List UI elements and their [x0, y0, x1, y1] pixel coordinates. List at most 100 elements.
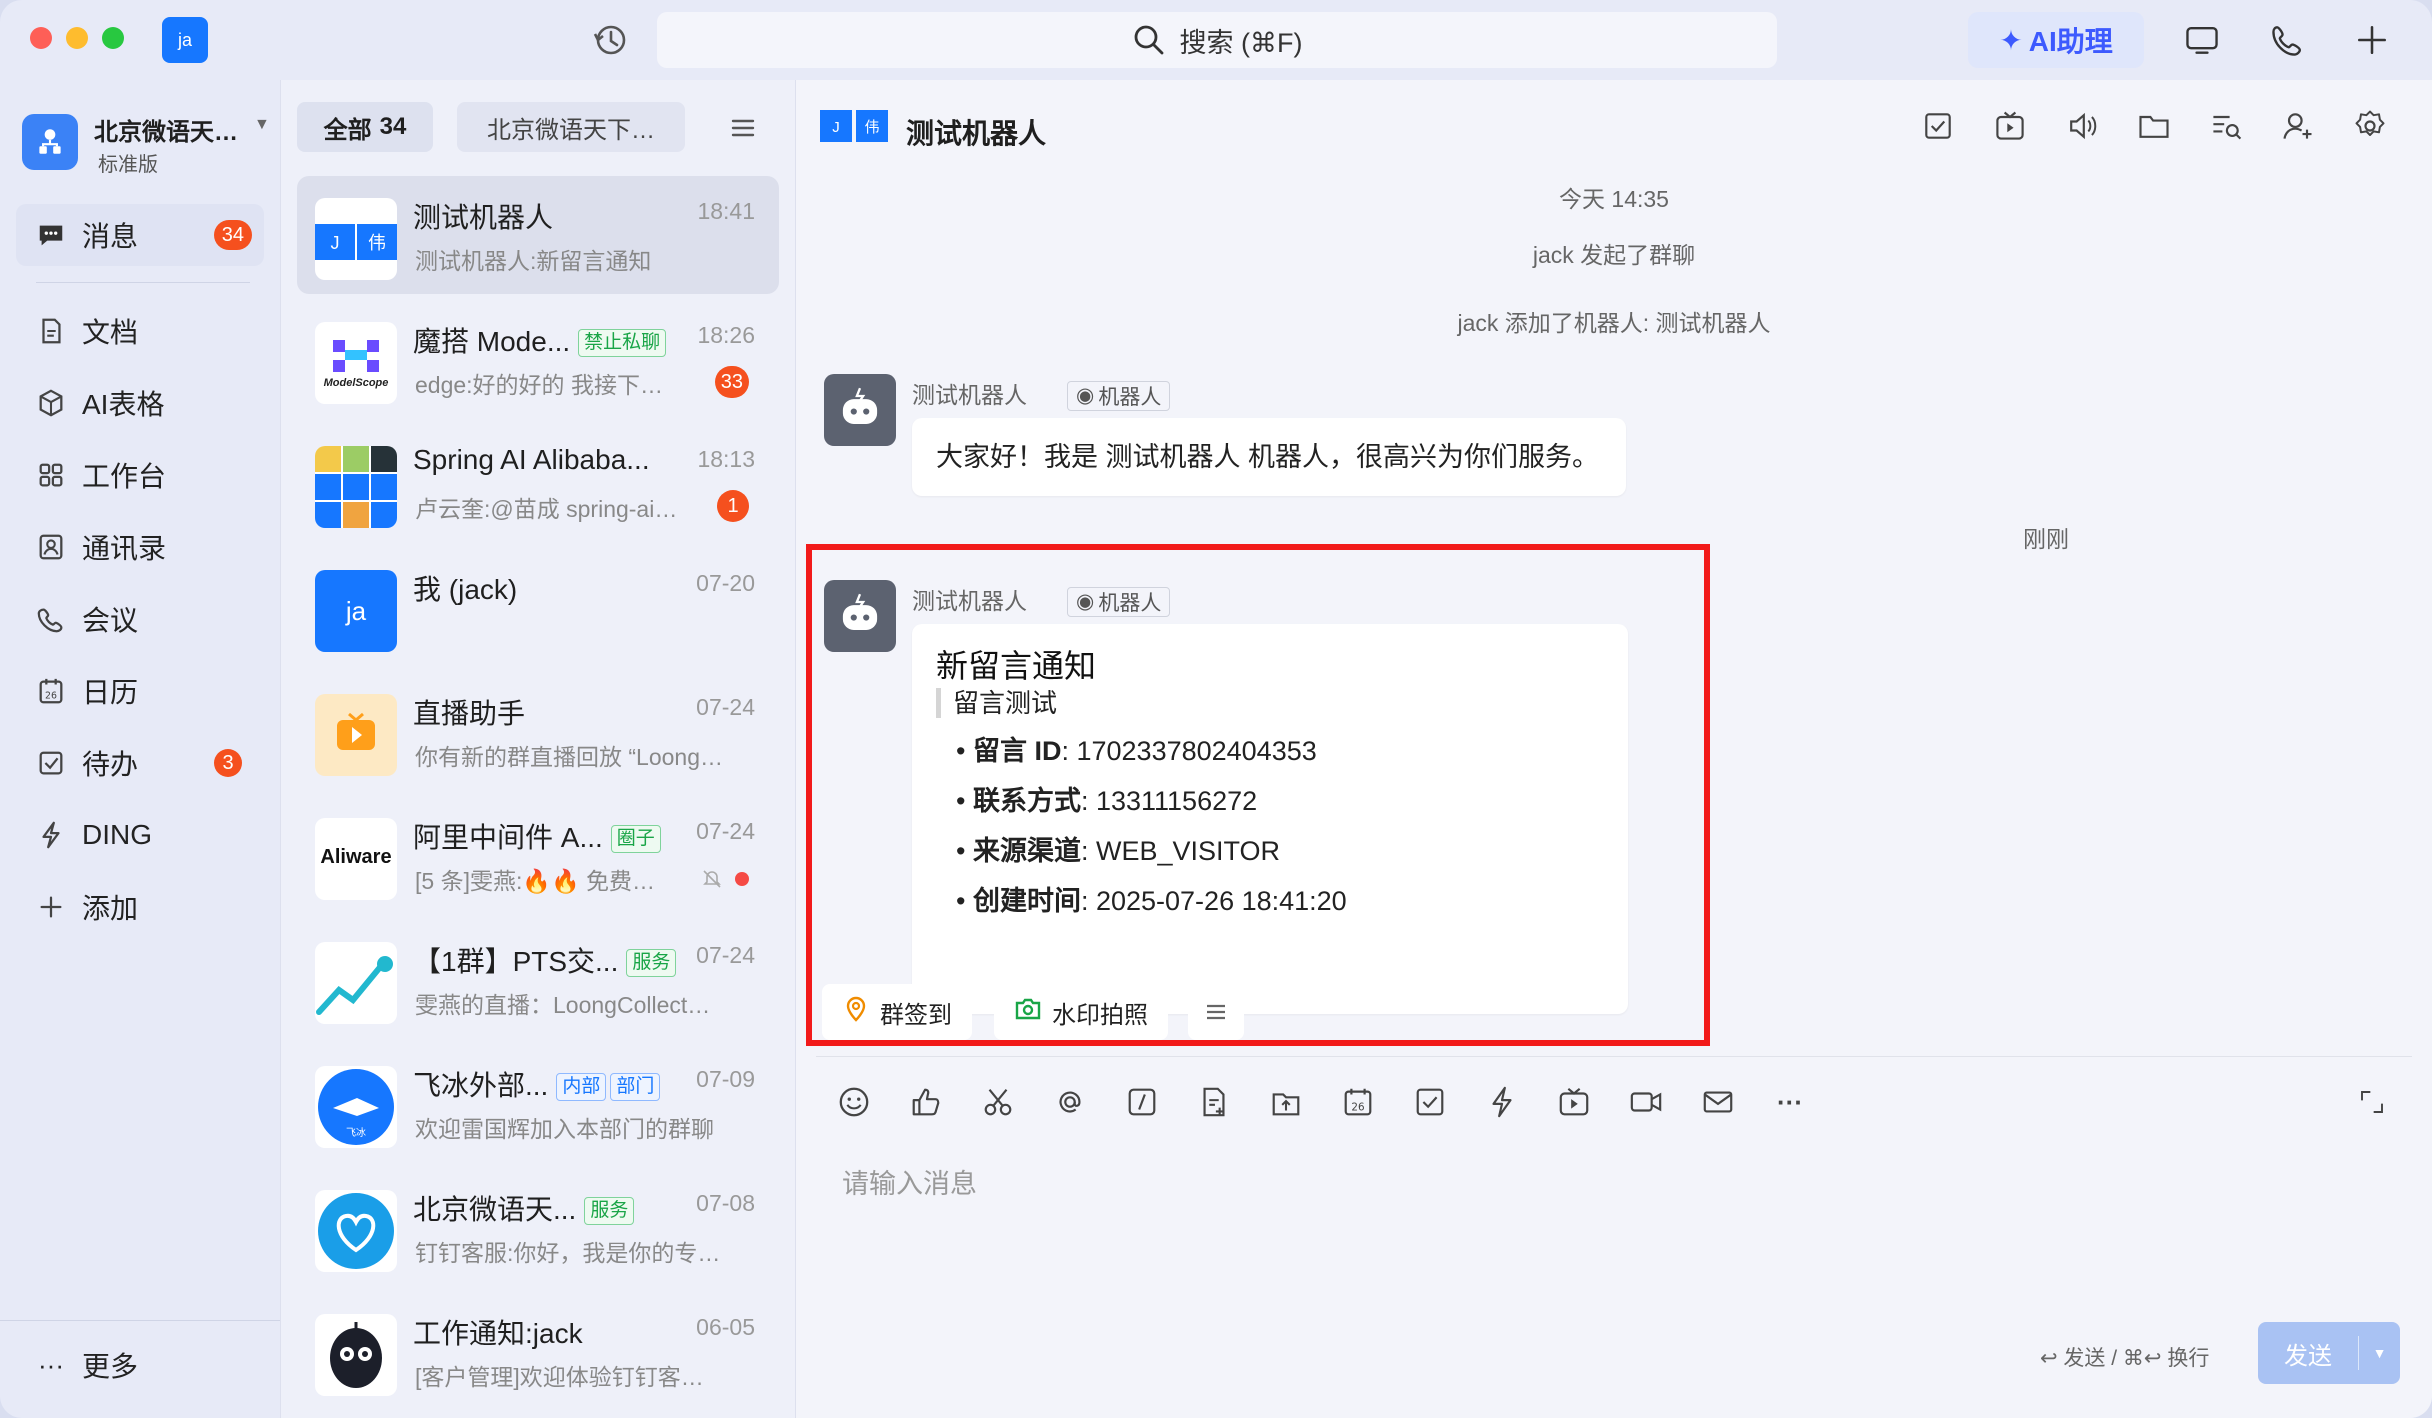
minimize-window-button[interactable]	[66, 27, 88, 49]
conversation-item[interactable]: Spring AI Alibaba... 18:13 卢云奎:@苗成 sprin…	[297, 424, 779, 542]
nav-item-calendar[interactable]: 26 日历	[16, 660, 264, 722]
feibing-avatar: 飞冰	[315, 1066, 397, 1148]
ai-assistant-button[interactable]: ✦ AI助理	[1968, 12, 2144, 68]
svg-text:26: 26	[1351, 1102, 1364, 1114]
mail-icon[interactable]	[1696, 1080, 1740, 1124]
conversation-item[interactable]: ja 我 (jack) 07-20	[297, 548, 779, 666]
chat-avatar[interactable]: J伟	[820, 100, 890, 154]
ding-icon	[34, 818, 68, 852]
nav-item-meeting[interactable]: 会议	[16, 588, 264, 650]
close-window-button[interactable]	[30, 27, 52, 49]
chevron-down-icon[interactable]: ▼	[2359, 1345, 2400, 1361]
send-button[interactable]: 发送 ▼	[2258, 1322, 2400, 1384]
speaker-icon[interactable]	[2064, 108, 2104, 148]
ai-table-icon	[34, 386, 68, 420]
task-icon[interactable]	[1408, 1080, 1452, 1124]
nav-label: 日历	[82, 677, 139, 708]
emoji-icon[interactable]	[832, 1080, 876, 1124]
folder-icon[interactable]	[2136, 108, 2176, 148]
conversation-item[interactable]: 工作通知:jack 06-05 [客户管理]欢迎体验钉钉客…	[297, 1292, 779, 1410]
slash-command-icon[interactable]	[1120, 1080, 1164, 1124]
conversation-name: 测试机器人	[413, 202, 554, 233]
todo-icon[interactable]	[1920, 108, 1960, 148]
doc-add-icon[interactable]	[1192, 1080, 1236, 1124]
live-icon[interactable]	[1552, 1080, 1596, 1124]
robot-icon: ◉	[1076, 384, 1095, 407]
plus-icon[interactable]	[2350, 18, 2394, 62]
history-icon[interactable]	[590, 20, 630, 60]
conversation-item[interactable]: J伟 测试机器人 18:41 测试机器人:新留言通知	[297, 176, 779, 294]
conversation-item[interactable]: ModelScope 魔搭 Mode... 禁止私聊 18:26 edge:好的好…	[297, 300, 779, 418]
live-icon[interactable]	[1992, 108, 2032, 148]
send-hint: ↩ 发送 / ⌘↩ 换行	[2040, 1347, 2210, 1370]
conversation-item[interactable]: Aliware 阿里中间件 A... 圈子 07-24 [5 条]雯燕:🔥🔥 免费…	[297, 796, 779, 914]
thumbs-up-icon[interactable]	[904, 1080, 948, 1124]
screen-share-icon[interactable]	[2180, 18, 2224, 62]
group-checkin-button[interactable]: 群签到	[822, 984, 972, 1040]
conversation-time: 18:26	[697, 322, 755, 348]
conversation-item[interactable]: 飞冰 飞冰外部... 内部 部门 07-09 欢迎雷国辉加入本部门的群聊	[297, 1044, 779, 1162]
conversation-preview: 你有新的群直播回放 “Loong…	[415, 744, 724, 770]
nav-item-workbench[interactable]: 工作台	[16, 444, 264, 506]
conversation-time: 18:13	[697, 446, 755, 472]
search-history-icon[interactable]	[2208, 108, 2248, 148]
divider	[0, 1320, 280, 1321]
conversation-name: Spring AI Alibaba...	[413, 444, 650, 475]
more-icon[interactable]: ···	[1768, 1080, 1812, 1124]
robot-avatar[interactable]	[824, 374, 896, 446]
svg-text:J: J	[331, 233, 340, 253]
conversation-item[interactable]: 直播助手 07-24 你有新的群直播回放 “Loong…	[297, 672, 779, 790]
conversation-preview: edge:好的好的 我接下…	[415, 372, 663, 398]
conversation-time: 07-24	[696, 942, 755, 968]
conversation-name: 直播助手	[413, 698, 526, 729]
conversation-name: 魔搭 Mode... 禁止私聊	[413, 320, 667, 360]
nav-item-docs[interactable]: 文档	[16, 300, 264, 362]
nav-item-todo[interactable]: 待办 3	[16, 732, 264, 794]
conversation-tag: 禁止私聊	[578, 329, 667, 357]
phone-icon[interactable]	[2266, 18, 2310, 62]
conversation-preview: [客户管理]欢迎体验钉钉客…	[415, 1364, 704, 1390]
org-logo-icon	[22, 114, 78, 170]
nav-item-messages[interactable]: 消息 34	[16, 204, 264, 266]
conversation-item[interactable]: 北京微语天... 服务 07-08 钉钉客服:你好，我是你的专…	[297, 1168, 779, 1286]
tab-all[interactable]: 全部 34	[297, 102, 433, 152]
menu-icon[interactable]	[727, 112, 759, 144]
conversation-name: 飞冰外部... 内部 部门	[413, 1064, 661, 1104]
nav-item-add[interactable]: 添加	[16, 876, 264, 938]
conversation-preview: [5 条]雯燕:🔥🔥 免费…	[415, 868, 656, 894]
live-assistant-avatar	[315, 694, 397, 776]
chevron-down-icon: ▼	[254, 116, 270, 133]
scissors-icon[interactable]	[976, 1080, 1020, 1124]
conversation-time: 07-20	[696, 570, 755, 596]
user-avatar[interactable]: ja	[162, 17, 208, 63]
watermark-photo-button[interactable]: 水印拍照	[994, 984, 1168, 1040]
upload-icon[interactable]	[1264, 1080, 1308, 1124]
mention-icon[interactable]	[1048, 1080, 1092, 1124]
self-avatar: ja	[315, 570, 397, 652]
unread-badge: 1	[717, 490, 749, 522]
expand-icon[interactable]	[2350, 1080, 2394, 1124]
nav-label: DING	[82, 819, 152, 850]
conversation-tag: 部门	[610, 1073, 661, 1101]
ding-icon[interactable]	[1480, 1080, 1524, 1124]
nav-label: 会议	[82, 605, 139, 636]
quick-actions-menu-button[interactable]	[1188, 984, 1244, 1040]
tab-org[interactable]: 北京微语天下…	[457, 102, 685, 152]
chat-pane: J伟 测试机器人 今天 14:35 jack 发起了群聊 jack 添加了机器人…	[796, 80, 2432, 1418]
zoom-window-button[interactable]	[102, 27, 124, 49]
nav-item-ai-table[interactable]: AI表格	[16, 372, 264, 434]
video-icon[interactable]	[1624, 1080, 1668, 1124]
calendar-icon[interactable]: 26	[1336, 1080, 1380, 1124]
nav-item-ding[interactable]: DING	[16, 804, 264, 866]
svg-text:J: J	[832, 119, 840, 136]
add-member-icon[interactable]	[2280, 108, 2320, 148]
conversation-item[interactable]: 【1群】PTS交... 服务 07-24 雯燕的直播：LoongCollect…	[297, 920, 779, 1038]
nav-label: 工作台	[82, 461, 167, 492]
org-switcher[interactable]: 北京微语天… 标准版 ▼	[22, 106, 272, 176]
nav-item-contacts[interactable]: 通讯录	[16, 516, 264, 578]
todo-icon	[34, 746, 68, 780]
nav-item-more[interactable]: ··· 更多	[16, 1334, 264, 1396]
message-input[interactable]: 请输入消息	[842, 1162, 977, 1201]
settings-icon[interactable]	[2352, 108, 2392, 148]
search-bar[interactable]: 搜索 (⌘F)	[657, 12, 1777, 68]
